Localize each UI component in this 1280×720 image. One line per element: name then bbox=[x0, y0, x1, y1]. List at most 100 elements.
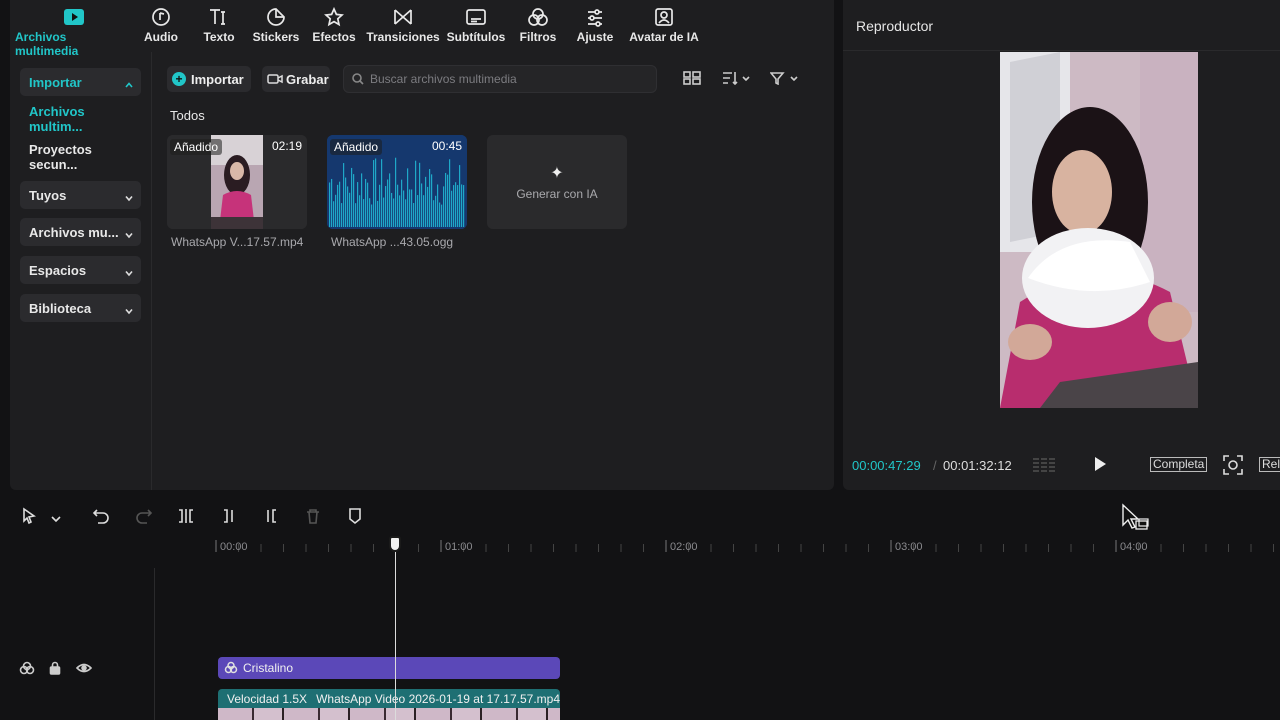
tab-text[interactable]: Texto bbox=[201, 6, 237, 44]
tab-adjust[interactable]: Ajuste bbox=[575, 6, 615, 44]
trim-right-icon[interactable] bbox=[262, 507, 280, 530]
waveform-bar bbox=[421, 183, 423, 227]
tab-filters[interactable]: Filtros bbox=[518, 6, 558, 44]
waveform-bar bbox=[395, 157, 397, 227]
ruler-label: 04:00 bbox=[1120, 541, 1148, 553]
full-quality-button[interactable]: Completa bbox=[1150, 457, 1208, 472]
tab-ai-avatar[interactable]: Avatar de IA bbox=[628, 6, 700, 44]
effects-star-icon bbox=[323, 6, 345, 28]
waveform-bar bbox=[399, 195, 401, 227]
marker-shield-icon[interactable] bbox=[346, 507, 364, 530]
sidebar-item-yours[interactable]: Tuyos bbox=[20, 181, 141, 209]
redo-icon bbox=[135, 507, 153, 530]
player-panel: Reproductor 00:00:47:29 / 00:01:32:12 Co… bbox=[843, 0, 1280, 490]
player-title: Reproductor bbox=[856, 18, 934, 34]
waveform-bar bbox=[441, 204, 443, 227]
chevron-down-icon[interactable] bbox=[50, 511, 62, 529]
waveform-bar bbox=[391, 192, 393, 227]
record-button[interactable]: Grabar bbox=[262, 66, 330, 92]
screenshot-icon[interactable] bbox=[1223, 455, 1243, 480]
sidebar-item-library[interactable]: Biblioteca bbox=[20, 294, 141, 322]
waveform-bar bbox=[437, 184, 439, 227]
waveform-bar bbox=[453, 185, 455, 227]
effect-clip[interactable]: Cristalino bbox=[218, 657, 560, 679]
tab-transitions[interactable]: Transiciones bbox=[366, 6, 440, 44]
playhead-line[interactable] bbox=[395, 552, 396, 720]
sort-icon[interactable] bbox=[722, 71, 752, 90]
trim-left-icon[interactable] bbox=[220, 507, 238, 530]
divider bbox=[843, 50, 1280, 51]
search-input[interactable] bbox=[370, 72, 650, 86]
waveform-bar bbox=[429, 169, 431, 227]
waveform-bar bbox=[449, 159, 451, 227]
duration-label: 02:19 bbox=[271, 139, 302, 153]
subtitles-icon bbox=[465, 6, 487, 28]
audio-icon bbox=[150, 6, 172, 28]
adjust-sliders-icon bbox=[584, 6, 606, 28]
ruler-label: 03:00 bbox=[895, 541, 923, 553]
select-cursor-icon[interactable] bbox=[21, 507, 37, 530]
mouse-cursor-icon bbox=[1120, 503, 1152, 538]
timeline-bars-icon[interactable] bbox=[1032, 456, 1058, 479]
added-badge: Añadido bbox=[330, 139, 383, 155]
waveform-bar bbox=[439, 202, 441, 227]
chevron-down-icon bbox=[125, 227, 133, 239]
waveform-bar bbox=[359, 195, 361, 227]
grid-view-icon[interactable] bbox=[683, 71, 701, 90]
sidebar-item-import[interactable]: Importar bbox=[20, 68, 141, 96]
waveform-bar bbox=[435, 195, 437, 227]
current-time: 00:00:47:29 bbox=[852, 458, 921, 473]
sidebar-item-media-files-2[interactable]: Archivos mu... bbox=[20, 218, 141, 246]
waveform-bar bbox=[457, 185, 459, 227]
waveform-bar bbox=[459, 165, 461, 227]
waveform-bar bbox=[407, 168, 409, 227]
split-icon[interactable] bbox=[177, 507, 195, 530]
media-item-name: WhatsApp ...43.05.ogg bbox=[331, 235, 454, 249]
video-clip[interactable]: Velocidad 1.5X WhatsApp Video 2026-01-19… bbox=[218, 689, 560, 720]
tab-media[interactable]: Archivos multimedia bbox=[15, 6, 133, 58]
import-button[interactable]: + Importar bbox=[167, 66, 251, 92]
filter-icon[interactable] bbox=[769, 71, 800, 90]
media-panel: Archivos multimedia Audio Texto Stickers… bbox=[10, 0, 834, 490]
playhead-handle[interactable] bbox=[389, 536, 401, 552]
tab-subtitles[interactable]: Subtítulos bbox=[447, 6, 505, 44]
video-preview[interactable] bbox=[1000, 52, 1198, 408]
waveform-bar bbox=[371, 204, 373, 227]
eye-icon[interactable] bbox=[75, 661, 93, 680]
sidebar-item-media-files[interactable]: Archivos multim... bbox=[20, 104, 141, 134]
timeline-ruler[interactable] bbox=[0, 536, 1280, 558]
waveform-bar bbox=[329, 182, 331, 227]
waveform-bar bbox=[361, 173, 363, 227]
tab-effects[interactable]: Efectos bbox=[312, 6, 356, 44]
ai-avatar-icon bbox=[653, 6, 675, 28]
tab-audio[interactable]: Audio bbox=[143, 6, 179, 44]
generate-ai-button[interactable]: ✦ Generar con IA bbox=[487, 135, 627, 229]
waveform-bar bbox=[351, 167, 353, 227]
media-item-video[interactable]: Añadido 02:19 bbox=[167, 135, 307, 229]
waveform-bar bbox=[431, 174, 433, 227]
chevron-up-icon bbox=[125, 77, 133, 88]
aspect-ratio-button[interactable]: Relación bbox=[1259, 457, 1280, 472]
video-frame bbox=[1000, 52, 1198, 408]
play-icon[interactable] bbox=[1092, 456, 1108, 472]
time-separator: / bbox=[933, 458, 937, 473]
waveform-bar bbox=[445, 172, 447, 227]
waveform-bar bbox=[461, 184, 463, 227]
chevron-down-icon bbox=[125, 190, 133, 202]
ruler-ticks bbox=[215, 540, 1274, 552]
undo-icon[interactable] bbox=[92, 507, 110, 530]
text-icon bbox=[208, 6, 230, 28]
waveform-bar bbox=[393, 198, 395, 227]
ruler-label: 01:00 bbox=[445, 541, 473, 553]
duration-label: 00:45 bbox=[431, 139, 462, 153]
sidebar-item-spaces[interactable]: Espacios bbox=[20, 256, 141, 284]
added-badge: Añadido bbox=[170, 139, 223, 155]
sidebar-item-secondary-projects[interactable]: Proyectos secun... bbox=[20, 142, 141, 172]
waveform-bar bbox=[383, 197, 385, 227]
media-item-audio[interactable]: Añadido 00:45 bbox=[327, 135, 467, 229]
waveform-bar bbox=[443, 186, 445, 227]
waveform-bar bbox=[349, 192, 351, 227]
waveform-bar bbox=[337, 184, 339, 227]
tab-stickers[interactable]: Stickers bbox=[253, 6, 299, 44]
lock-icon[interactable] bbox=[49, 661, 61, 680]
